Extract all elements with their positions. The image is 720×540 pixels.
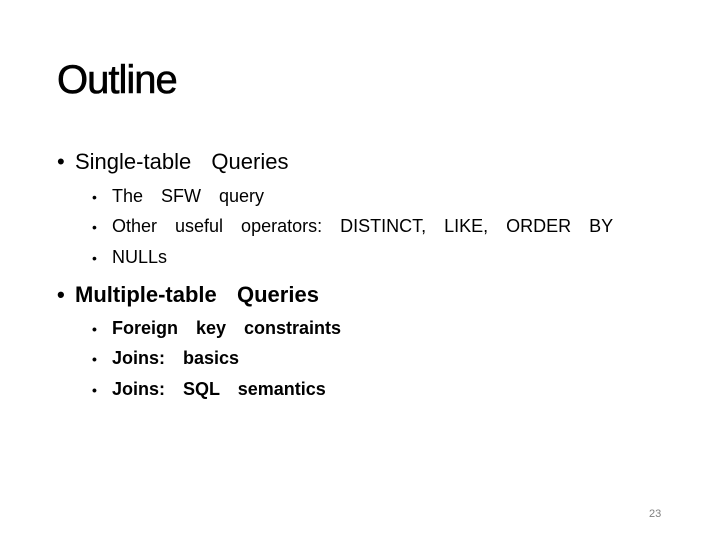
outline-item: • The SFW query [92,184,264,209]
item-label: Foreign key constraints [112,318,342,338]
bullet-icon: • [57,282,65,307]
item-label: The SFW query [112,186,265,206]
bullet-icon: • [92,189,97,205]
item-label: Other useful operators: DISTINCT, LIKE, … [112,216,614,236]
outline-item: • Foreign key constraints [92,316,341,341]
bullet-icon: • [92,321,97,337]
item-label: Joins: basics [112,348,240,368]
outline-item: • NULLs [92,245,167,270]
bullet-icon: • [92,382,97,398]
slide-title: Outline [57,58,178,103]
bullet-icon: • [92,250,97,266]
bullet-icon: • [92,219,97,235]
item-label: NULLs [112,247,168,267]
page-number: 23 [649,508,662,520]
outline-item: • Joins: basics [92,346,239,371]
slide: Outline • Single-table Queries • The SFW… [0,0,720,540]
outline-section-single-table: • Single-table Queries [57,148,288,176]
outline-item: • Other useful operators: DISTINCT, LIKE… [92,214,613,239]
outline-section-multiple-table: • Multiple-table Queries [57,281,319,309]
outline-item: • Joins: SQL semantics [92,377,326,402]
section-label: Single-table Queries [75,149,289,174]
section-label: Multiple-table Queries [75,282,319,307]
bullet-icon: • [92,351,97,367]
bullet-icon: • [57,149,65,174]
item-label: Joins: SQL semantics [112,379,326,399]
